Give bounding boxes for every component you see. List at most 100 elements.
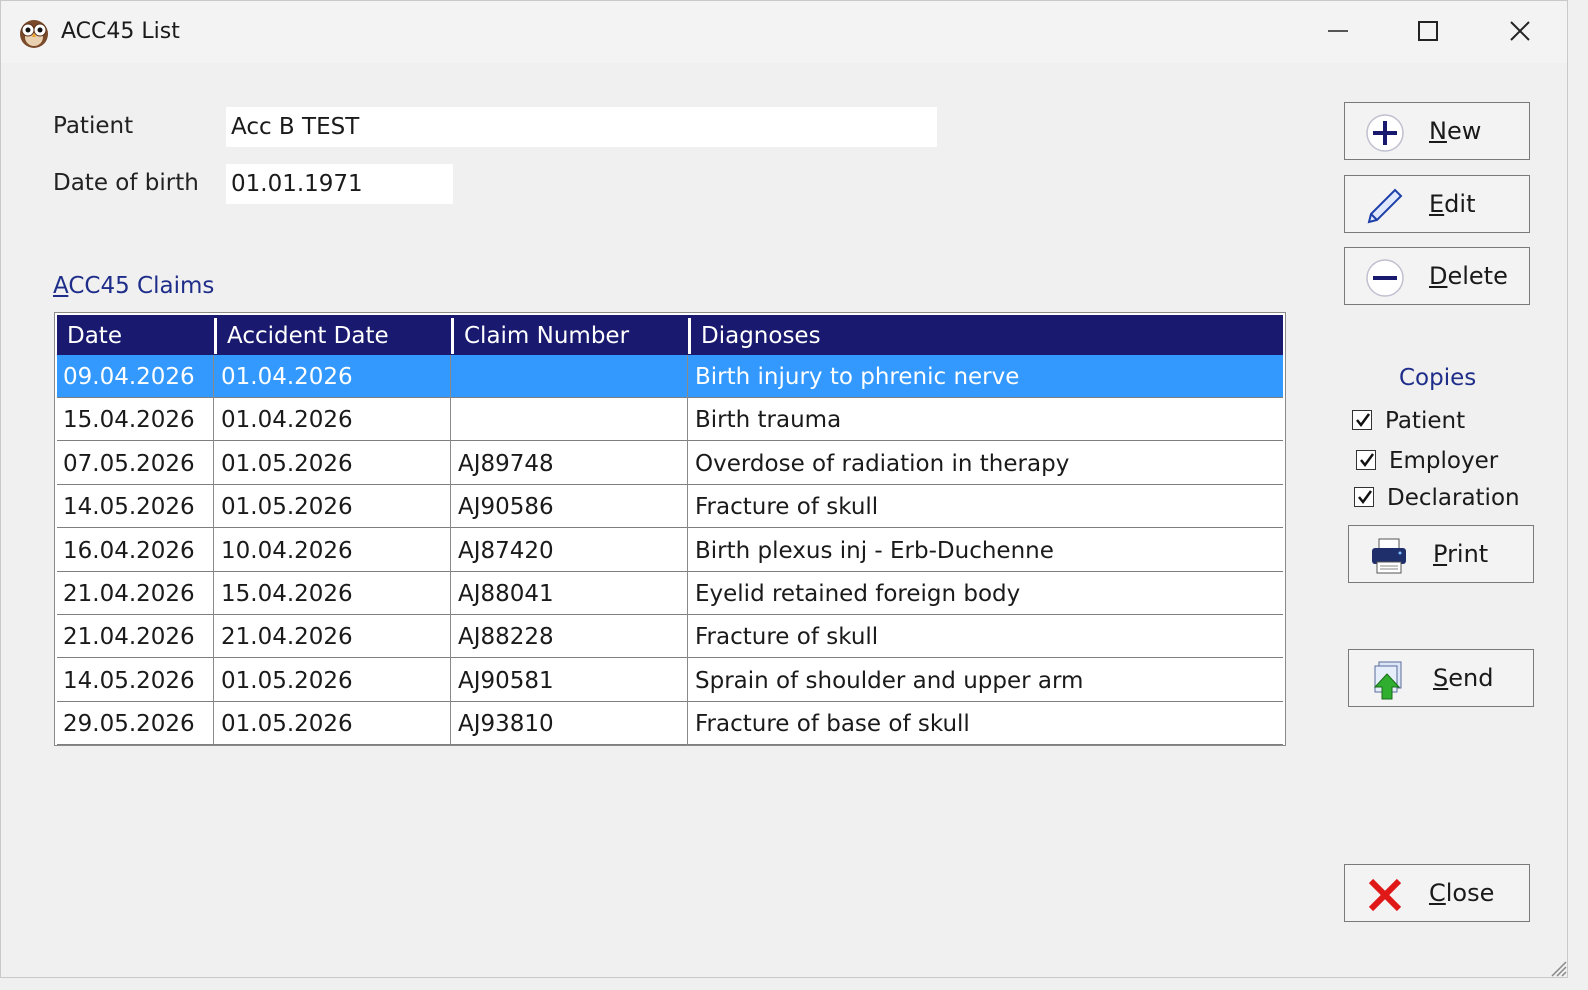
close-icon: [1510, 21, 1530, 41]
cell-date: 29.05.2026: [63, 711, 195, 738]
cell-date: 21.04.2026: [63, 624, 195, 651]
pencil-icon: [1367, 188, 1403, 224]
print-button[interactable]: Print: [1348, 525, 1534, 583]
cell-accident-date: 01.05.2026: [221, 667, 353, 694]
send-button-label: Send: [1433, 664, 1494, 692]
checkmark-icon: [1358, 490, 1373, 505]
cell-claim-number: AJ88041: [458, 581, 554, 607]
cell-accident-date: 01.05.2026: [221, 494, 353, 521]
table-row[interactable]: 16.04.2026 10.04.2026 AJ87420 Birth plexus …: [57, 529, 1283, 572]
cell-accident-date: 15.04.2026: [221, 581, 353, 607]
cell-accident-date: 01.04.2026: [221, 407, 353, 434]
column-header-claim-number[interactable]: Claim Number: [454, 315, 689, 355]
column-header-accident-date[interactable]: Accident Date: [217, 315, 452, 355]
column-header-diagnoses[interactable]: Diagnoses: [691, 315, 1281, 355]
column-header-date[interactable]: Date: [57, 315, 215, 355]
cell-accident-date: 10.04.2026: [221, 537, 353, 564]
minus-circle-icon: [1366, 259, 1404, 297]
cell-diagnoses: Fracture of skull: [695, 494, 879, 521]
checkmark-icon: [1356, 413, 1371, 428]
printer-icon: [1372, 538, 1406, 574]
cell-diagnoses: Eyelid retained foreign body: [695, 581, 1021, 607]
cell-accident-date: 01.05.2026: [221, 450, 353, 477]
window-close-button[interactable]: [1497, 11, 1543, 51]
copies-employer-checkbox[interactable]: [1356, 450, 1376, 470]
cell-diagnoses: Sprain of shoulder and upper arm: [695, 667, 1084, 694]
print-button-label: Print: [1433, 540, 1489, 568]
table-row[interactable]: 15.04.2026 01.04.2026 Birth trauma: [57, 398, 1283, 442]
window-title: ACC45 List: [61, 19, 180, 44]
table-row[interactable]: 21.04.2026 21.04.2026 AJ88228 Fracture of s…: [57, 615, 1283, 659]
patient-label: Patient: [53, 113, 134, 139]
acc45-list-window: ACC45 List Patient Acc B TEST Date of bi…: [0, 0, 1568, 978]
title-bar[interactable]: ACC45 List: [1, 1, 1567, 63]
grid-column-line: [213, 355, 214, 745]
checkmark-icon: [1360, 453, 1375, 468]
edit-button[interactable]: Edit: [1344, 175, 1530, 233]
new-button-label: New: [1429, 117, 1482, 145]
cell-claim-number: [452, 398, 689, 440]
cell-date: 15.04.2026: [63, 407, 195, 434]
maximize-button[interactable]: [1405, 11, 1451, 51]
copies-declaration-checkbox[interactable]: [1354, 487, 1374, 507]
cell-date: 07.05.2026: [63, 450, 195, 477]
table-row[interactable]: 29.05.2026 01.05.2026 AJ93810 Fracture of b…: [57, 702, 1283, 746]
cell-date: 21.04.2026: [63, 581, 195, 607]
claims-title-accel: A: [53, 273, 69, 299]
copies-employer-label[interactable]: Employer: [1389, 448, 1498, 474]
cell-accident-date: 01.05.2026: [221, 711, 353, 738]
grid-column-line: [450, 355, 451, 745]
cell-claim-number: AJ88228: [458, 624, 554, 651]
table-row[interactable]: 14.05.2026 01.05.2026 AJ90586 Fracture of s…: [57, 485, 1283, 529]
delete-button[interactable]: Delete: [1344, 247, 1530, 305]
dob-field[interactable]: 01.01.1971: [226, 164, 453, 204]
cell-date: 16.04.2026: [63, 537, 195, 564]
maximize-icon: [1418, 21, 1438, 41]
copies-declaration-label[interactable]: Declaration: [1387, 485, 1520, 511]
minimize-icon: [1328, 30, 1348, 32]
cell-claim-number: AJ90581: [458, 667, 554, 694]
close-button-label: Close: [1429, 879, 1495, 907]
table-row[interactable]: 14.05.2026 01.05.2026 AJ90581 Sprain of sho…: [57, 659, 1283, 702]
edit-button-label: Edit: [1429, 190, 1476, 218]
claims-section-title: ACC45 Claims: [53, 273, 214, 299]
grid-header: Date Accident Date Claim Number Diagnose…: [57, 315, 1283, 355]
cell-date: 14.05.2026: [63, 494, 195, 521]
claims-title-rest: CC45 Claims: [68, 273, 215, 299]
dob-label: Date of birth: [53, 170, 199, 196]
copies-patient-label[interactable]: Patient: [1385, 408, 1465, 434]
cell-diagnoses: Birth injury to phrenic nerve: [695, 364, 1020, 390]
copies-patient-checkbox[interactable]: [1352, 410, 1372, 430]
new-button[interactable]: New: [1344, 102, 1530, 160]
patient-field[interactable]: Acc B TEST: [226, 107, 937, 147]
resize-grip-icon[interactable]: [1547, 957, 1567, 977]
grid-column-line: [687, 355, 688, 745]
cell-claim-number: AJ93810: [458, 711, 554, 738]
cell-diagnoses: Fracture of base of skull: [695, 711, 970, 738]
cell-diagnoses: Birth plexus inj - Erb-Duchenne: [695, 537, 1054, 564]
cell-date: 14.05.2026: [63, 667, 195, 694]
cell-claim-number: AJ87420: [458, 537, 554, 564]
cell-date: 09.04.2026: [63, 364, 195, 390]
cell-diagnoses: Birth trauma: [695, 407, 842, 434]
table-row[interactable]: 07.05.2026 01.05.2026 AJ89748 Overdose of r…: [57, 442, 1283, 485]
table-row[interactable]: 09.04.2026 01.04.2026 Birth injury to phre…: [57, 355, 1283, 398]
cell-claim-number: AJ89748: [458, 450, 554, 477]
plus-circle-icon: [1366, 114, 1404, 152]
minimize-button[interactable]: [1315, 11, 1361, 51]
cell-diagnoses: Fracture of skull: [695, 624, 879, 651]
cell-accident-date: 21.04.2026: [221, 624, 353, 651]
cell-accident-date: 01.04.2026: [221, 364, 353, 390]
owl-icon: [20, 20, 48, 48]
copies-title: Copies: [1399, 365, 1477, 391]
send-up-arrow-icon: [1373, 661, 1402, 700]
cell-claim-number: [452, 355, 689, 397]
cell-claim-number: AJ90586: [458, 494, 554, 521]
table-row[interactable]: 21.04.2026 15.04.2026 AJ88041 Eyelid retain…: [57, 572, 1283, 615]
claims-grid[interactable]: Date Accident Date Claim Number Diagnose…: [54, 312, 1286, 746]
cell-diagnoses: Overdose of radiation in therapy: [695, 450, 1070, 477]
send-button[interactable]: Send: [1348, 649, 1534, 707]
close-button[interactable]: Close: [1344, 864, 1530, 922]
red-x-icon: [1368, 878, 1402, 912]
delete-button-label: Delete: [1429, 262, 1508, 290]
